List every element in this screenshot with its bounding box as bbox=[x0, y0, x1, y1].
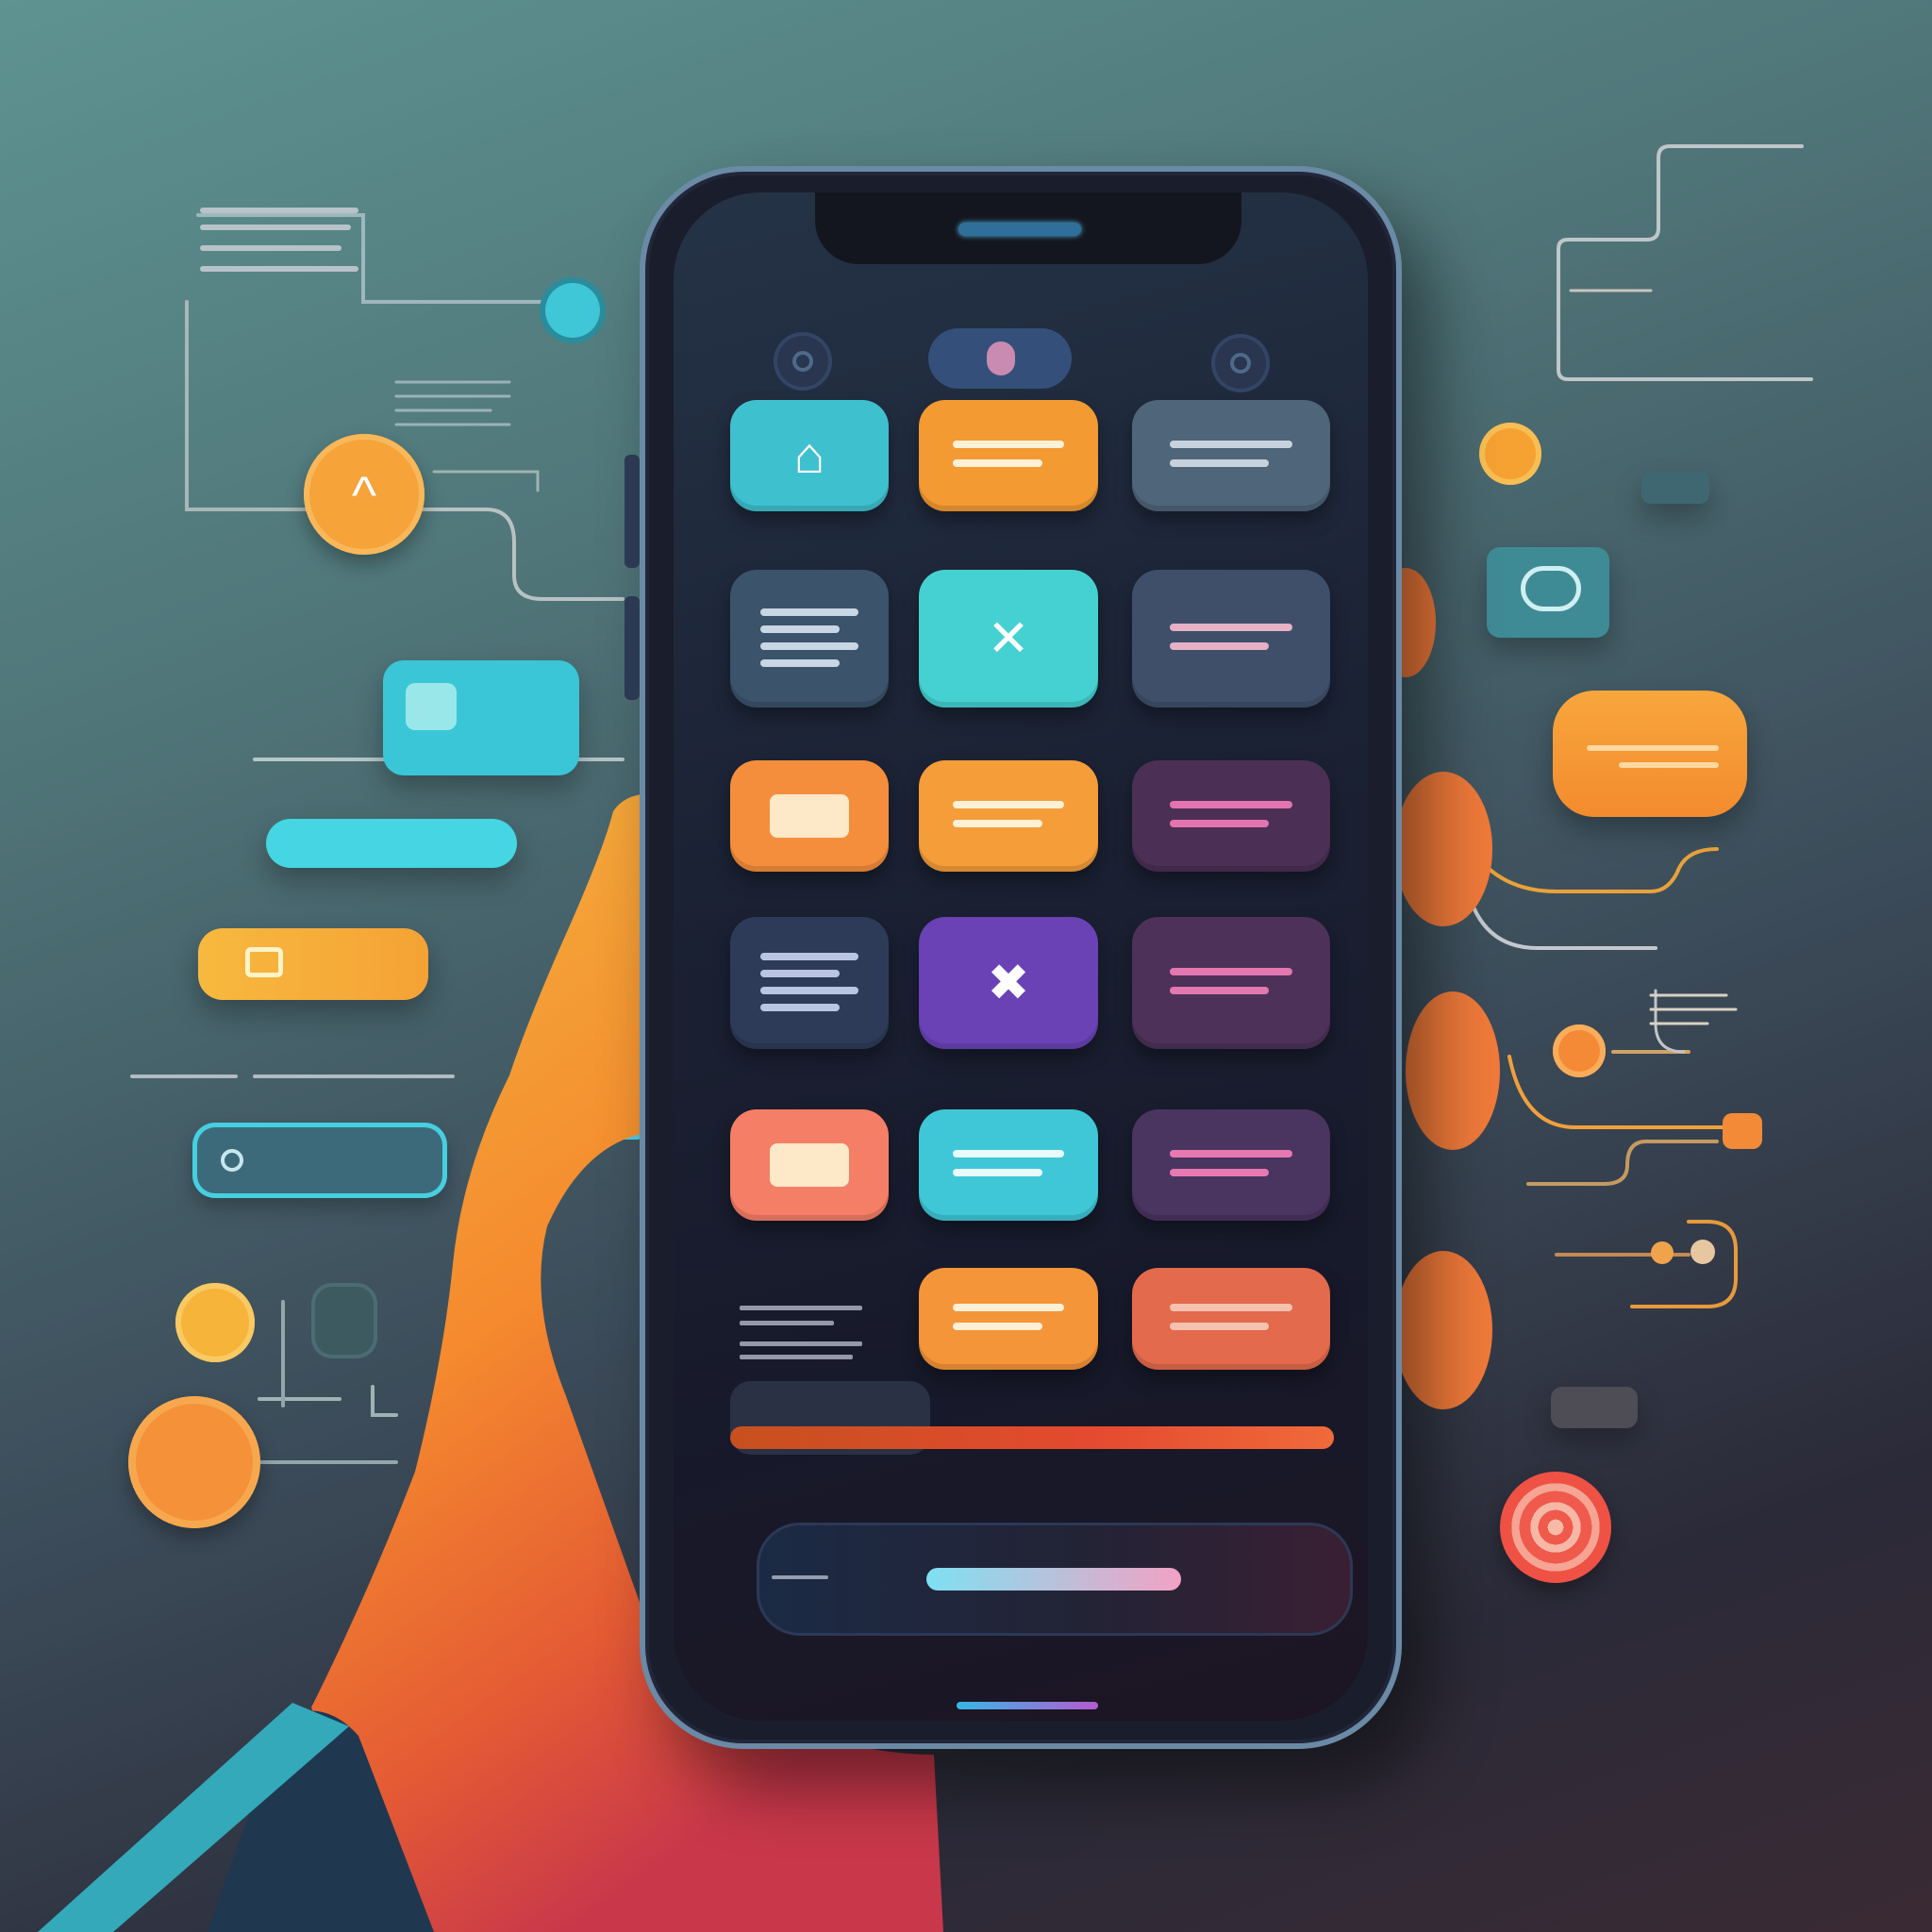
teal-node-icon bbox=[545, 283, 600, 338]
tile-gray-2[interactable] bbox=[1132, 570, 1330, 708]
teal-pill-input[interactable] bbox=[266, 819, 517, 868]
orange-small-dot-icon bbox=[1479, 423, 1541, 485]
speaker-icon bbox=[958, 223, 1081, 236]
tile-purple-1[interactable] bbox=[1132, 760, 1330, 872]
smartphone: ⌂ ✕ ✖ bbox=[625, 166, 1402, 1749]
mail-icon bbox=[770, 794, 849, 838]
bottom-dock[interactable] bbox=[757, 1523, 1353, 1636]
tile-list-2[interactable] bbox=[730, 917, 889, 1049]
dark-chip bbox=[1551, 1387, 1638, 1428]
dark-node-icon bbox=[311, 1283, 377, 1358]
teal-search-field[interactable] bbox=[192, 1123, 447, 1198]
toggle-pill-icon[interactable] bbox=[928, 328, 1072, 389]
circle-icon[interactable] bbox=[774, 332, 832, 391]
orange-up-button-icon[interactable]: ^ bbox=[304, 434, 425, 555]
side-button[interactable] bbox=[625, 455, 640, 568]
tile-mail-2[interactable] bbox=[730, 1109, 889, 1221]
mail-icon bbox=[770, 1143, 849, 1187]
tile-coral[interactable] bbox=[1132, 1268, 1330, 1370]
orange-dot-icon bbox=[175, 1283, 255, 1362]
orange-plug-icon bbox=[1723, 1113, 1762, 1149]
caret-up-icon: ^ bbox=[351, 464, 377, 525]
small-gray-chip bbox=[1641, 472, 1709, 504]
message-icon bbox=[245, 947, 283, 977]
tile-orange-2[interactable] bbox=[919, 760, 1098, 872]
orange-message-pill[interactable] bbox=[198, 928, 428, 1000]
progress-bar bbox=[730, 1426, 1334, 1449]
tile-orange-3[interactable] bbox=[919, 1268, 1098, 1370]
notch bbox=[815, 192, 1241, 264]
chat-bubble-icon bbox=[1521, 566, 1581, 611]
circle-icon[interactable] bbox=[1211, 334, 1270, 392]
x-icon: ✖ bbox=[987, 955, 1030, 1011]
fingerprint-button-icon[interactable] bbox=[1500, 1472, 1611, 1583]
phone-screen: ⌂ ✕ ✖ bbox=[674, 192, 1368, 1721]
tile-teal-x[interactable]: ✕ bbox=[919, 570, 1098, 708]
teal-chat-card[interactable] bbox=[1487, 547, 1609, 638]
tile-home[interactable]: ⌂ bbox=[730, 400, 889, 511]
tile-purple-x[interactable]: ✖ bbox=[919, 917, 1098, 1049]
tile-mail[interactable] bbox=[730, 760, 889, 872]
tile-purple-3[interactable] bbox=[1132, 1109, 1330, 1221]
small-node-icon bbox=[1690, 1240, 1715, 1264]
record-button-icon[interactable] bbox=[128, 1396, 260, 1528]
home-indicator[interactable] bbox=[926, 1568, 1181, 1591]
floating-text-panel bbox=[200, 208, 358, 289]
teal-image-card[interactable] bbox=[383, 660, 579, 775]
tile-orange-1[interactable] bbox=[919, 400, 1098, 511]
orange-status-pill[interactable] bbox=[1553, 691, 1747, 817]
radio-icon bbox=[221, 1149, 243, 1172]
tile-teal-lines[interactable] bbox=[919, 1109, 1098, 1221]
orange-node-icon bbox=[1553, 1024, 1606, 1077]
bottom-indicator bbox=[957, 1702, 1098, 1709]
chevron-icon: ✕ bbox=[987, 610, 1030, 667]
home-icon: ⌂ bbox=[793, 427, 825, 484]
side-button[interactable] bbox=[625, 596, 640, 700]
tile-list-1[interactable] bbox=[730, 570, 889, 708]
tile-purple-2[interactable] bbox=[1132, 917, 1330, 1049]
tile-gray-1[interactable] bbox=[1132, 400, 1330, 511]
small-node-icon bbox=[1651, 1241, 1674, 1264]
image-icon bbox=[406, 683, 457, 730]
